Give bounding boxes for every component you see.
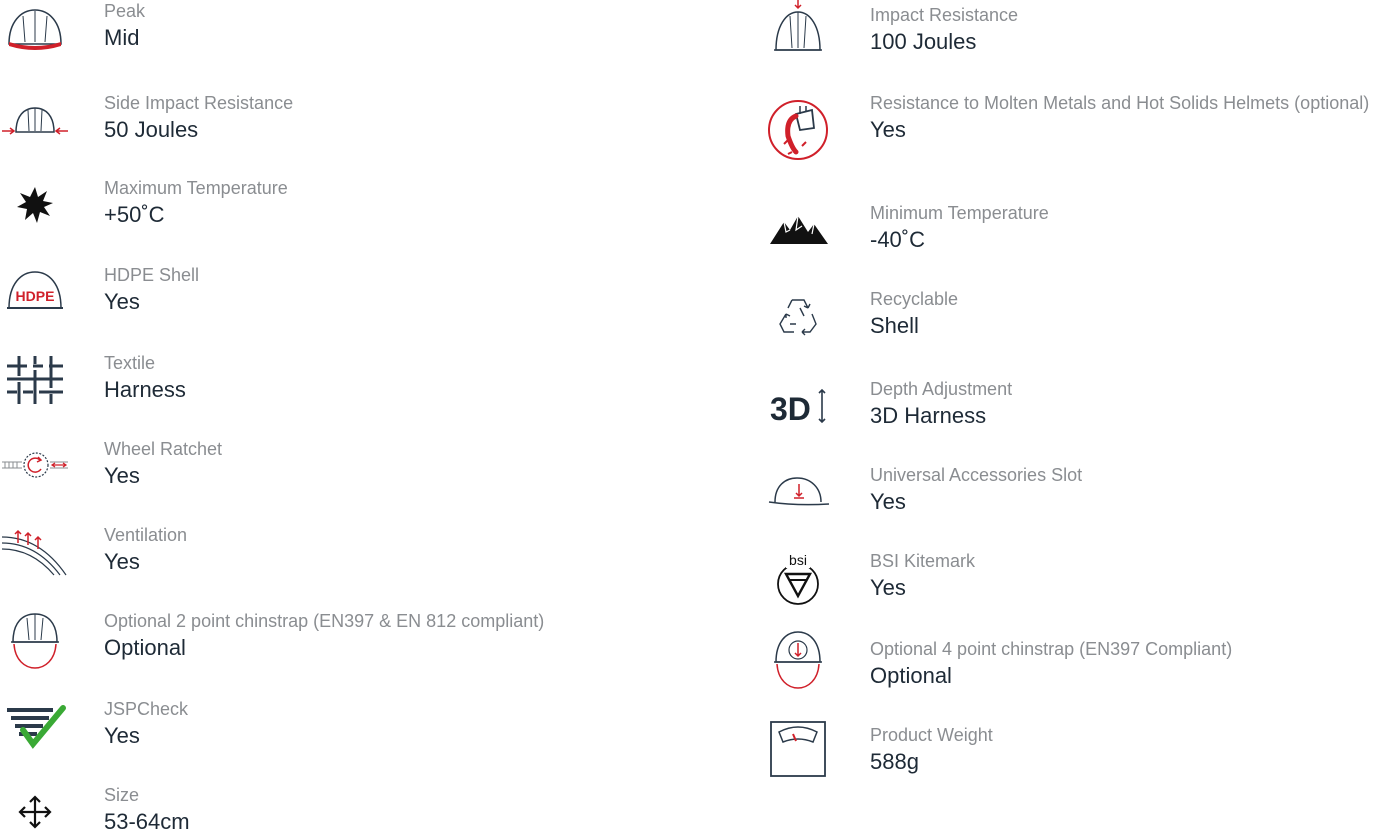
spec-label: JSPCheck — [104, 699, 189, 719]
spec-label: Maximum Temperature — [104, 178, 288, 198]
molten-metal-icon — [758, 98, 838, 162]
spec-label: Optional 2 point chinstrap (EN397 & EN 8… — [104, 611, 545, 631]
spec-label: Resistance to Molten Metals and Hot Soli… — [870, 93, 1370, 113]
spec-value: Mid — [104, 25, 140, 50]
spec-value: +50˚C — [104, 202, 165, 227]
spec-label: Side Impact Resistance — [104, 93, 294, 113]
spec-value: Yes — [104, 723, 140, 748]
side-impact-icon — [0, 92, 70, 148]
chinstrap-4pt-icon — [758, 628, 838, 692]
jspcheck-icon — [0, 698, 70, 754]
spec-label: Product Weight — [870, 725, 993, 745]
spec-value: Shell — [870, 313, 919, 338]
spec-label: Depth Adjustment — [870, 379, 1013, 399]
hdpe-helmet-icon: HDPE — [0, 264, 70, 320]
spec-label: HDPE Shell — [104, 265, 200, 285]
ventilation-icon — [0, 524, 70, 580]
spec-value: 3D Harness — [870, 403, 987, 428]
spec-value: Yes — [104, 549, 140, 574]
chinstrap-2pt-icon — [0, 610, 70, 670]
bsi-icon-text: bsi — [789, 552, 807, 568]
spec-value: Yes — [870, 575, 906, 600]
spec-value: 100 Joules — [870, 29, 977, 54]
spec-value: -40˚C — [870, 227, 926, 252]
spec-label: Universal Accessories Slot — [870, 465, 1083, 485]
spec-value: Yes — [104, 289, 140, 314]
hdpe-icon-text: HDPE — [16, 288, 55, 304]
sun-burst-icon — [0, 177, 70, 233]
spec-value: Optional — [870, 663, 952, 688]
spec-label: Wheel Ratchet — [104, 439, 223, 459]
spec-value: Yes — [104, 463, 140, 488]
bsi-kitemark-icon: bsi — [758, 550, 838, 610]
depth-3d-icon: 3D — [758, 378, 838, 434]
helmet-peak-icon — [0, 0, 70, 56]
spec-value: Harness — [104, 377, 186, 402]
wheel-ratchet-icon — [0, 438, 70, 494]
spec-value: Yes — [870, 117, 906, 142]
depth-icon-text: 3D — [770, 391, 811, 427]
size-arrows-icon — [0, 784, 70, 840]
accessories-slot-icon — [758, 464, 838, 520]
textile-weave-icon — [0, 352, 70, 408]
spec-value: Yes — [870, 489, 906, 514]
spec-label: Impact Resistance — [870, 5, 1019, 25]
spec-value: 50 Joules — [104, 117, 199, 142]
spec-label: Peak — [104, 1, 146, 21]
spec-value: 53-64cm — [104, 809, 190, 834]
spec-label: Ventilation — [104, 525, 188, 545]
spec-label: Minimum Temperature — [870, 203, 1049, 223]
spec-label: Textile — [104, 353, 156, 373]
spec-label: BSI Kitemark — [870, 551, 976, 571]
mountains-icon — [758, 202, 838, 258]
spec-label: Recyclable — [870, 289, 959, 309]
spec-value: Optional — [104, 635, 186, 660]
spec-value: 588g — [870, 749, 919, 774]
spec-label: Optional 4 point chinstrap (EN397 Compli… — [870, 639, 1233, 659]
impact-resistance-icon — [758, 0, 838, 58]
recycle-icon — [758, 288, 838, 344]
weight-scale-icon — [758, 718, 838, 780]
spec-label: Size — [104, 785, 140, 805]
